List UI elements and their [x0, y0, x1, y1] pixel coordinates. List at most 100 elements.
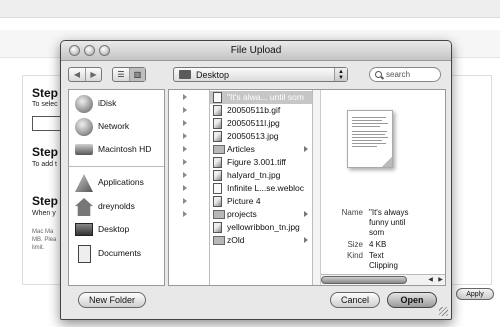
webloc-file-icon — [213, 183, 222, 194]
back-forward-control: ◀ ▶ — [68, 67, 102, 82]
horizontal-scrollbar[interactable]: ◀ ▶ — [321, 274, 445, 285]
desktop-column: "It's alwa... until som 20050511b.gif 20… — [210, 90, 313, 285]
sidebar-item-desktop[interactable]: Desktop — [69, 219, 164, 241]
scrollbar-thumb[interactable] — [321, 276, 407, 284]
disclosure-arrow-icon — [183, 172, 187, 178]
sidebar-item-applications[interactable]: Applications — [69, 172, 164, 194]
back-arrow-icon[interactable]: ◀ — [69, 68, 85, 81]
preview-name-value: funny until — [369, 218, 406, 227]
image-file-icon — [213, 222, 222, 233]
file-name: projects — [227, 209, 257, 219]
file-row[interactable]: yellowribbon_tn.jpg — [210, 221, 312, 234]
step-2-subtitle: To add t — [32, 161, 57, 168]
image-file-icon — [213, 131, 222, 142]
resize-grip-icon[interactable] — [439, 307, 448, 316]
file-upload-dialog: File Upload ◀ ▶ ☰ ▥ Desktop ▲ ▼ search iD… — [60, 40, 452, 320]
scroll-right-icon[interactable]: ▶ — [436, 276, 445, 284]
preview-size-value: 4 KB — [369, 240, 387, 249]
disclosure-arrow-icon — [183, 185, 187, 191]
search-placeholder: search — [386, 70, 411, 79]
image-file-icon — [213, 105, 222, 116]
step-2-title: Step — [32, 145, 59, 159]
folder-row[interactable]: projects — [210, 208, 312, 221]
sidebar-item-dreynolds[interactable]: dreynolds — [69, 196, 164, 218]
sidebar-item-idisk[interactable]: iDisk — [69, 93, 164, 115]
list-view-icon[interactable]: ☰ — [113, 68, 129, 81]
file-name: zOld — [227, 235, 245, 245]
applications-icon — [75, 174, 93, 192]
folder-row[interactable]: zOld — [210, 234, 312, 247]
search-icon — [375, 71, 382, 78]
view-mode-control: ☰ ▥ — [112, 67, 146, 82]
disclosure-arrow-icon — [183, 198, 187, 204]
disclosure-arrow-icon — [304, 237, 308, 243]
page-curl-icon — [381, 156, 392, 167]
sidebar-item-network[interactable]: Network — [69, 116, 164, 138]
desktop-folder-icon — [179, 70, 191, 79]
image-file-icon — [213, 196, 222, 207]
file-name: "It's alwa... until som — [227, 92, 304, 102]
file-row[interactable]: 20050511b.gif — [210, 104, 312, 117]
folder-row[interactable]: Articles — [210, 143, 312, 156]
sidebar-item-documents[interactable]: Documents — [69, 243, 164, 265]
open-button[interactable]: Open — [387, 292, 437, 308]
folder-icon — [213, 236, 225, 245]
desktop-icon — [75, 223, 93, 236]
file-row[interactable]: Infinite L...se.webloc — [210, 182, 312, 195]
fine-print-line: limit. — [32, 245, 45, 251]
cancel-button[interactable]: Cancel — [330, 292, 380, 308]
apply-button[interactable]: Apply — [456, 288, 494, 300]
dialog-title: File Upload — [230, 45, 282, 56]
preview-kind-value: Text — [369, 251, 384, 260]
search-field[interactable]: search — [369, 67, 441, 82]
image-file-icon — [213, 118, 222, 129]
file-name: Infinite L...se.webloc — [227, 183, 305, 193]
file-row[interactable]: Picture 4 — [210, 195, 312, 208]
column-view-icon[interactable]: ▥ — [129, 68, 145, 81]
disclosure-arrow-icon — [183, 159, 187, 165]
popup-arrows-icon: ▲ ▼ — [334, 68, 347, 81]
disclosure-arrow-icon — [304, 211, 308, 217]
preview-size-key: Size — [347, 240, 363, 249]
file-row[interactable]: halyard_tn.jpg — [210, 169, 312, 182]
sidebar-item-label: dreynolds — [98, 201, 135, 211]
column-divider[interactable] — [313, 90, 321, 285]
file-name: Articles — [227, 144, 255, 154]
file-name: 20050511b.gif — [227, 105, 281, 115]
sidebar-item-label: Desktop — [98, 224, 130, 234]
background-header — [0, 0, 500, 18]
dialog-titlebar[interactable]: File Upload — [61, 41, 451, 61]
disclosure-arrow-icon — [183, 211, 187, 217]
parent-column[interactable] — [169, 90, 210, 285]
disclosure-arrow-icon — [183, 107, 187, 113]
image-file-icon — [213, 170, 222, 181]
preview-kind-value: Clipping — [369, 261, 398, 270]
disclosure-arrow-icon — [183, 133, 187, 139]
column-browser: "It's alwa... until som 20050511b.gif 20… — [168, 89, 446, 286]
sidebar-item-label: Network — [98, 121, 130, 131]
preview-name-value: "It's always — [369, 208, 409, 217]
network-icon — [75, 118, 93, 136]
idisk-icon — [75, 95, 93, 113]
file-row[interactable]: "It's alwa... until som — [210, 91, 312, 104]
preview-name-key: Name — [341, 208, 363, 217]
text-clipping-preview-icon — [347, 110, 393, 168]
file-row[interactable]: 20050511l.jpg — [210, 117, 312, 130]
file-row[interactable]: Figure 3.001.tiff — [210, 156, 312, 169]
new-folder-button[interactable]: New Folder — [78, 292, 146, 308]
documents-icon — [78, 245, 91, 263]
file-row[interactable]: 20050513.jpg — [210, 130, 312, 143]
sidebar-item-macintosh-hd[interactable]: Macintosh HD — [69, 139, 164, 161]
disclosure-arrow-icon — [304, 146, 308, 152]
step-3-subtitle: When y — [32, 210, 56, 217]
text-clipping-icon — [213, 92, 222, 103]
file-name: 20050511l.jpg — [227, 118, 280, 128]
file-name: halyard_tn.jpg — [227, 170, 281, 180]
scroll-left-icon[interactable]: ◀ — [426, 276, 435, 284]
preview-column: Name "It's always funny until som Size 4… — [321, 90, 445, 285]
file-name: Figure 3.001.tiff — [227, 157, 286, 167]
location-popup[interactable]: Desktop ▲ ▼ — [173, 67, 348, 82]
step-1-input[interactable] — [32, 116, 62, 131]
forward-arrow-icon[interactable]: ▶ — [85, 68, 101, 81]
sidebar: iDisk Network Macintosh HD Applications … — [68, 89, 165, 286]
